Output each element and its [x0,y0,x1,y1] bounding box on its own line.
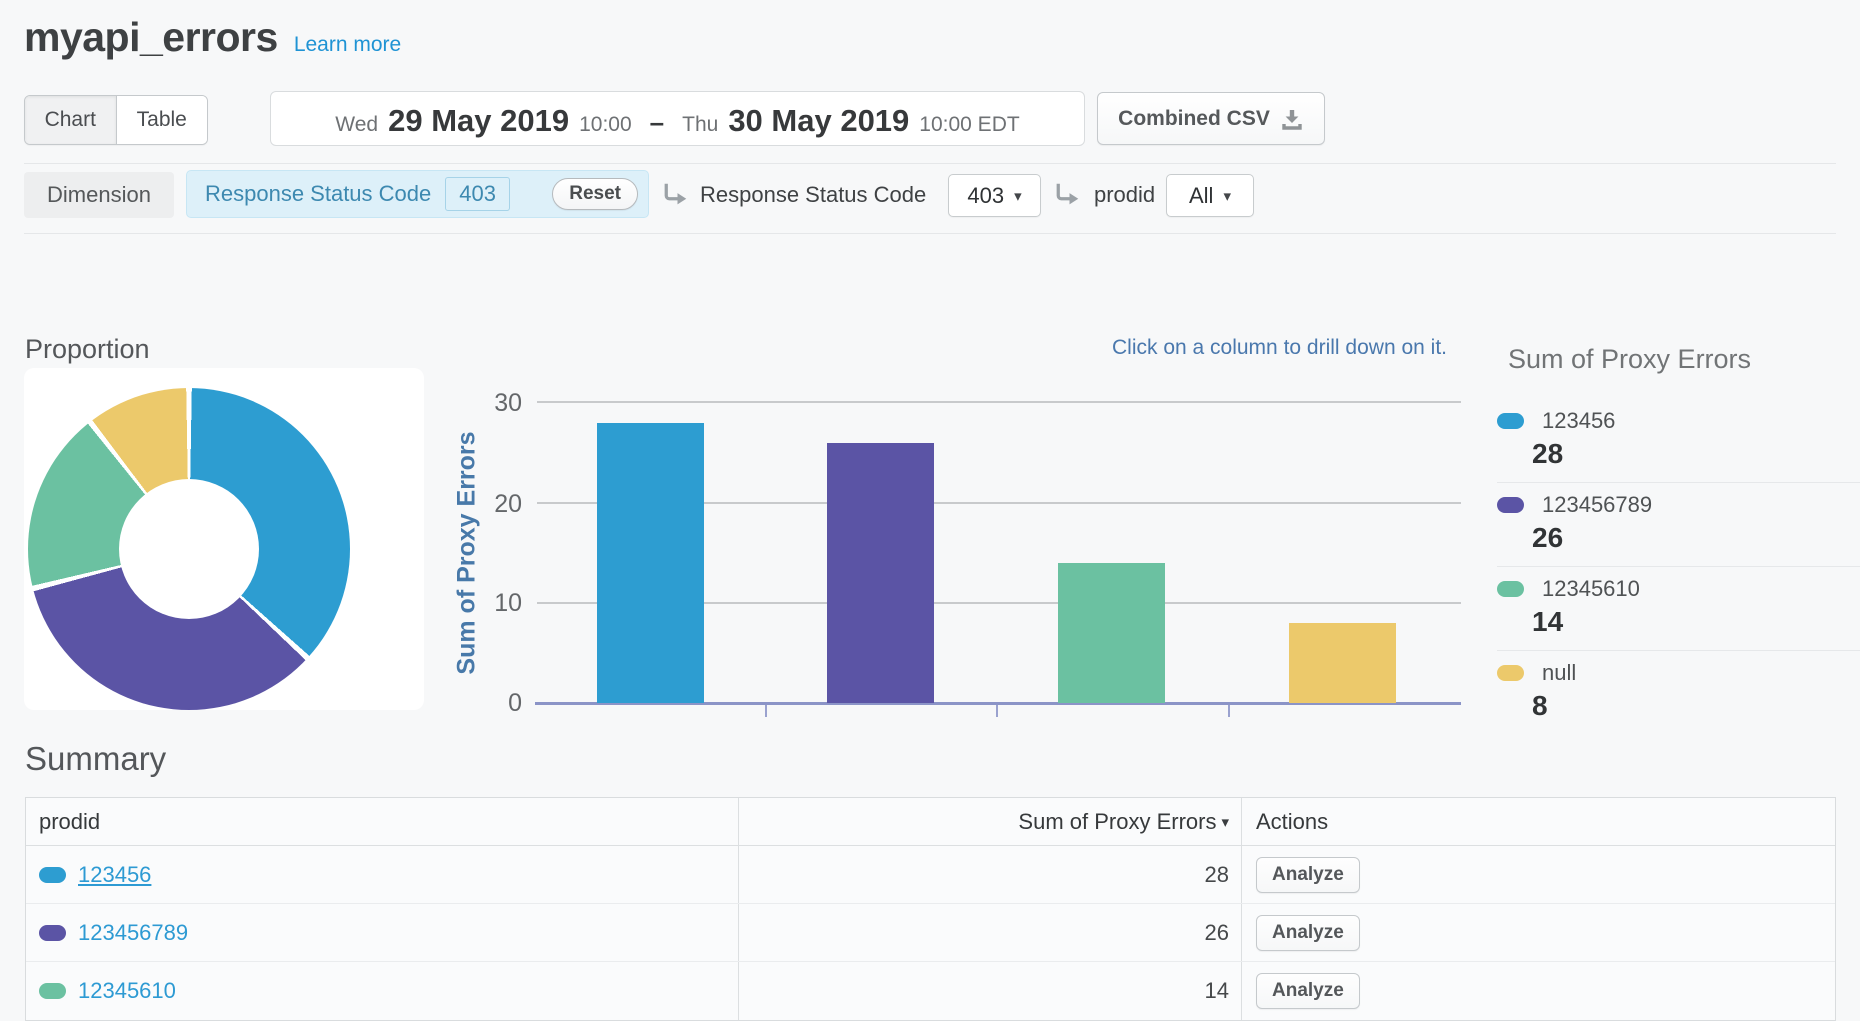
report-page: myapi_errors Learn more Chart Table Wed … [0,0,1860,1020]
column-header-sum-label: Sum of Proxy Errors [1018,809,1216,835]
combined-csv-button[interactable]: Combined CSV [1097,92,1325,145]
color-swatch [39,925,66,941]
chart-legend: Sum of Proxy Errors 123456 28 123456789 … [1497,344,1860,734]
drilldown-2-label: prodid [1094,172,1155,218]
sum-cell: 26 [738,904,1241,961]
prodid-link[interactable]: 12345610 [78,978,176,1004]
legend-item: 123456 28 [1497,399,1860,483]
analyze-button[interactable]: Analyze [1256,973,1360,1009]
bar-chart [535,390,1461,703]
y-tick-0: 0 [472,689,522,718]
legend-item: null 8 [1497,651,1860,734]
drilldown-1-label: Response Status Code [700,172,926,218]
drilldown-arrow-icon [660,180,690,210]
table-row: 12345610 14 Analyze [26,962,1835,1020]
legend-item-label: 123456789 [1542,492,1652,518]
legend-item: 12345610 14 [1497,567,1860,651]
x-axis-tick [1228,705,1230,717]
color-swatch [39,983,66,999]
color-swatch [1497,665,1524,681]
bar-123456789[interactable] [827,443,934,703]
color-swatch [1497,581,1524,597]
legend-item-label: 123456 [1542,408,1615,434]
drilldown-arrow-icon [1052,180,1082,210]
summary-title: Summary [25,740,166,778]
start-day: Wed [335,113,378,137]
end-date: 30 May 2019 [728,103,909,139]
bar-123456[interactable] [597,423,704,703]
proportion-donut-chart[interactable] [28,388,350,710]
drilldown-2-selected: All [1189,183,1213,209]
proportion-title: Proportion [25,334,150,365]
table-row: 123456789 26 Analyze [26,904,1835,962]
proportion-card [24,368,424,710]
column-header-prodid[interactable]: prodid [26,798,738,845]
sort-desc-icon: ▾ [1221,813,1229,831]
table-header-row: prodid Sum of Proxy Errors ▾ Actions [26,798,1835,846]
prodid-link[interactable]: 123456 [78,862,151,888]
prodid-link[interactable]: 123456789 [78,920,188,946]
analyze-button[interactable]: Analyze [1256,857,1360,893]
end-time: 10:00 EDT [919,113,1019,137]
sum-cell: 28 [738,846,1241,903]
summary-table: prodid Sum of Proxy Errors ▾ Actions 123… [25,797,1836,1021]
active-filter-value: 403 [445,177,510,211]
learn-more-link[interactable]: Learn more [294,33,401,57]
controls-divider [24,163,1836,164]
legend-item-value: 28 [1532,438,1860,470]
legend-title: Sum of Proxy Errors [1497,344,1860,375]
x-axis-tick [765,705,767,717]
y-tick-30: 30 [472,389,522,418]
legend-item-value: 26 [1532,522,1860,554]
chevron-down-icon: ▾ [1014,187,1022,205]
y-tick-20: 20 [472,490,522,519]
legend-item-value: 14 [1532,606,1860,638]
header: myapi_errors Learn more [24,14,401,61]
filter-divider [24,233,1836,234]
gridline-30 [537,401,1461,403]
analyze-button[interactable]: Analyze [1256,915,1360,951]
y-tick-10: 10 [472,589,522,618]
drilldown-2-select[interactable]: All ▾ [1166,174,1254,217]
drilldown-1-selected: 403 [967,183,1004,209]
combined-csv-label: Combined CSV [1118,107,1270,131]
start-time: 10:00 [579,113,632,137]
reset-button[interactable]: Reset [552,178,638,210]
tab-chart[interactable]: Chart [25,96,116,144]
active-filter-name: Response Status Code [205,181,431,207]
bar-12345610[interactable] [1058,563,1165,703]
date-range-separator: – [642,107,672,138]
sum-cell: 14 [738,962,1241,1020]
color-swatch [1497,413,1524,429]
column-header-actions: Actions [1241,798,1835,845]
legend-item: 123456789 26 [1497,483,1860,567]
chart-table-toggle: Chart Table [24,95,208,145]
dimension-label: Dimension [24,172,174,218]
tab-table[interactable]: Table [116,96,208,144]
column-header-sum[interactable]: Sum of Proxy Errors ▾ [738,798,1241,845]
page-title: myapi_errors [24,14,278,61]
download-icon [1280,107,1304,131]
color-swatch [39,867,66,883]
y-axis-label: Sum of Proxy Errors [453,431,482,674]
date-range-picker[interactable]: Wed 29 May 2019 10:00 – Thu 30 May 2019 … [270,91,1085,146]
legend-item-label: 12345610 [1542,576,1640,602]
color-swatch [1497,497,1524,513]
bar-null[interactable] [1289,623,1396,703]
legend-item-value: 8 [1532,690,1860,722]
x-axis-tick [996,705,998,717]
table-row: 123456 28 Analyze [26,846,1835,904]
drilldown-1-select[interactable]: 403 ▾ [948,174,1041,217]
chevron-down-icon: ▾ [1223,187,1231,205]
start-date: 29 May 2019 [388,103,569,139]
drilldown-hint: Click on a column to drill down on it. [1112,336,1447,360]
active-filter-chip: Response Status Code 403 Reset [186,170,649,218]
end-day: Thu [682,113,718,137]
legend-item-label: null [1542,660,1576,686]
